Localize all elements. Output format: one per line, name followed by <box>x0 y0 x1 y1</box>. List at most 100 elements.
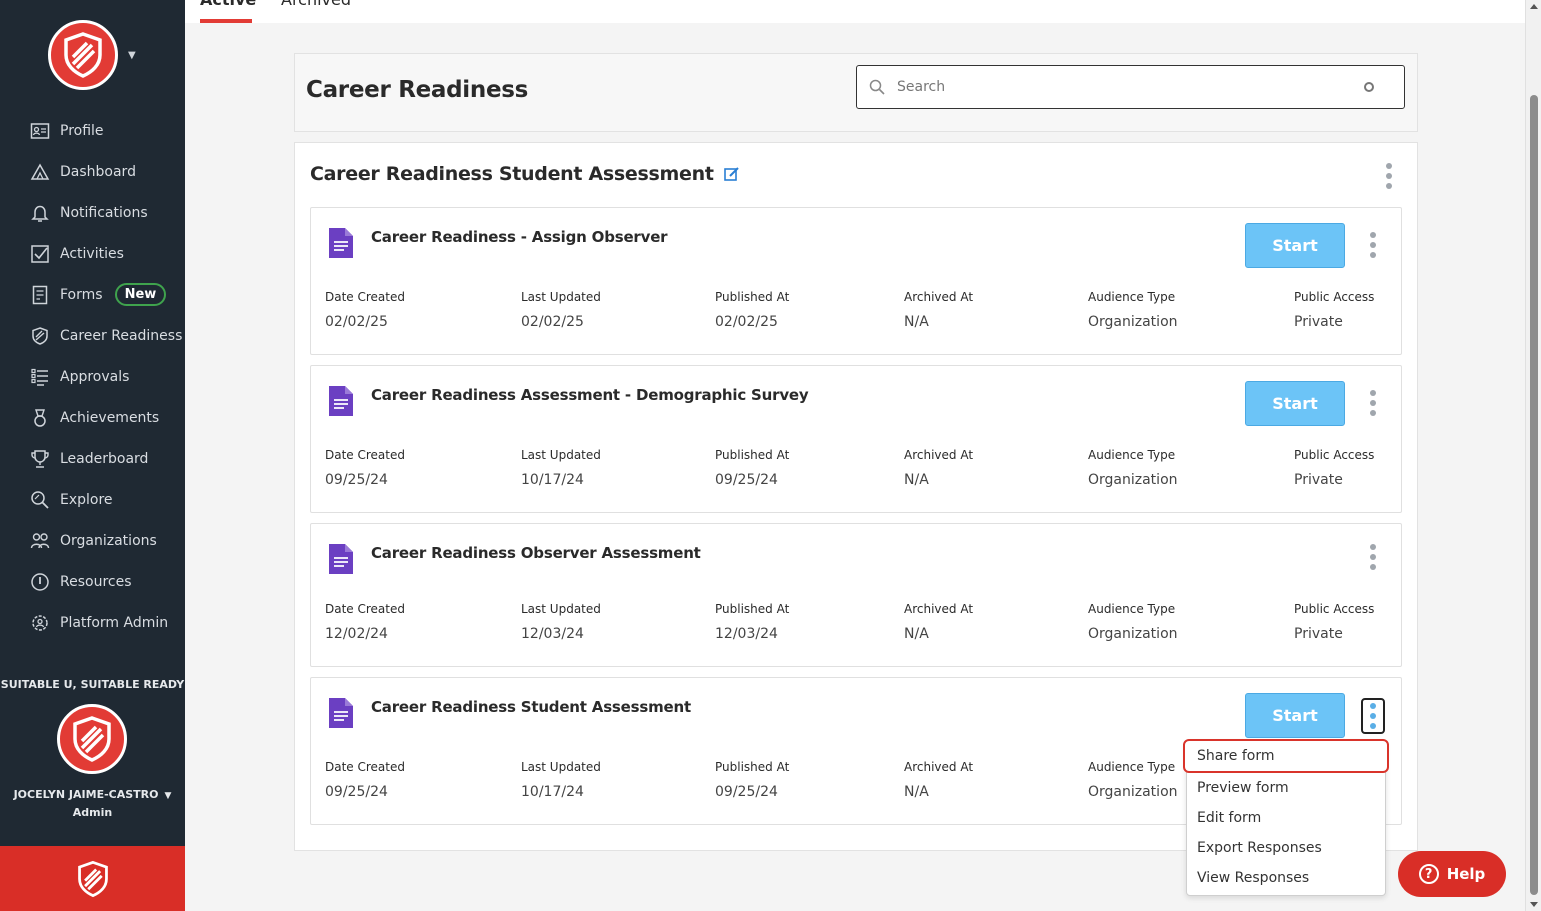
org-logo <box>57 704 127 774</box>
document-icon <box>329 698 353 728</box>
search-box[interactable] <box>856 65 1405 109</box>
audience-type-label: Audience Type <box>1088 760 1176 774</box>
scroll-thumb[interactable] <box>1530 95 1538 895</box>
sidebar: ▼ Profile Dashboard Notifications Activi… <box>0 0 185 911</box>
archived-at-value: N/A <box>904 472 929 488</box>
date-created-label: Date Created <box>325 448 405 462</box>
audience-type-value: Organization <box>1088 626 1178 642</box>
audience-type-value: Organization <box>1088 472 1178 488</box>
document-icon <box>329 228 353 258</box>
form-more-menu-icon[interactable] <box>1363 388 1383 418</box>
explore-search-icon <box>30 490 50 510</box>
published-at-label: Published At <box>715 760 790 774</box>
sidebar-item-label: Profile <box>60 122 104 139</box>
sidebar-item-resources[interactable]: Resources <box>0 561 185 602</box>
export-responses-menu-item[interactable]: Export Responses <box>1187 833 1385 863</box>
audience-type-value: Organization <box>1088 314 1178 330</box>
form-icon <box>30 285 50 305</box>
sidebar-item-label: Notifications <box>60 204 148 221</box>
start-button[interactable]: Start <box>1245 693 1345 738</box>
form-actions-dropdown: Share form Preview form Edit form Export… <box>1183 739 1389 896</box>
sidebar-item-leaderboard[interactable]: Leaderboard <box>0 438 185 479</box>
edit-form-menu-item[interactable]: Edit form <box>1187 803 1385 833</box>
form-title[interactable]: Career Readiness Student Assessment <box>371 698 691 716</box>
start-button[interactable]: Start <box>1245 223 1345 268</box>
start-button[interactable]: Start <box>1245 381 1345 426</box>
sidebar-item-activities[interactable]: Activities <box>0 233 185 274</box>
public-access-label: Public Access <box>1294 602 1375 616</box>
form-card: Career Readiness Observer Assessment Dat… <box>310 523 1402 667</box>
sidebar-item-notifications[interactable]: Notifications <box>0 192 185 233</box>
share-form-menu-item[interactable]: Share form <box>1183 739 1389 773</box>
sidebar-item-dashboard[interactable]: Dashboard <box>0 151 185 192</box>
last-updated-label: Last Updated <box>521 290 601 304</box>
sidebar-item-label: Approvals <box>60 368 130 385</box>
help-button[interactable]: ? Help <box>1398 851 1506 897</box>
sidebar-item-label: Resources <box>60 573 132 590</box>
archived-at-label: Archived At <box>904 602 974 616</box>
sidebar-footer[interactable] <box>0 846 185 911</box>
user-name: JOCELYN JAIME-CASTRO <box>13 788 159 801</box>
new-badge: New <box>114 283 167 306</box>
tab-bar: Active Archived <box>185 0 1525 23</box>
form-title[interactable]: Career Readiness Observer Assessment <box>371 544 701 562</box>
search-input[interactable] <box>897 76 1337 98</box>
preview-form-menu-item[interactable]: Preview form <box>1187 773 1385 803</box>
form-title[interactable]: Career Readiness Assessment - Demographi… <box>371 386 809 404</box>
published-at-value: 02/02/25 <box>715 314 778 330</box>
archived-at-value: N/A <box>904 626 929 642</box>
archived-at-label: Archived At <box>904 760 974 774</box>
logo-caret-icon[interactable]: ▼ <box>128 50 136 61</box>
audience-type-label: Audience Type <box>1088 448 1176 462</box>
published-at-value: 09/25/24 <box>715 472 778 488</box>
sidebar-item-achievements[interactable]: Achievements <box>0 397 185 438</box>
user-role: Admin <box>72 806 113 819</box>
sidebar-item-label: Leaderboard <box>60 450 149 467</box>
sidebar-item-label: Explore <box>60 491 113 508</box>
form-more-menu-icon[interactable] <box>1361 698 1385 734</box>
sidebar-item-explore[interactable]: Explore <box>0 479 185 520</box>
shield-logo-icon <box>64 32 102 78</box>
tab-active[interactable]: Active <box>200 0 256 9</box>
sidebar-item-approvals[interactable]: Approvals <box>0 356 185 397</box>
edit-icon[interactable] <box>723 166 740 182</box>
user-menu[interactable]: JOCELYN JAIME-CASTRO ▼ <box>0 788 185 801</box>
sidebar-item-profile[interactable]: Profile <box>0 110 185 151</box>
footer-shield-icon <box>77 860 108 897</box>
view-responses-menu-item[interactable]: View Responses <box>1187 863 1385 893</box>
sidebar-item-forms[interactable]: Forms New <box>0 274 185 315</box>
document-icon <box>329 544 353 574</box>
date-created-label: Date Created <box>325 602 405 616</box>
sidebar-item-label: Forms <box>60 286 103 303</box>
last-updated-value: 02/02/25 <box>521 314 584 330</box>
form-more-menu-icon[interactable] <box>1363 542 1383 572</box>
last-updated-value: 10/17/24 <box>521 472 584 488</box>
admin-gear-icon <box>30 613 50 633</box>
active-tab-indicator <box>200 19 252 23</box>
group-more-menu-icon[interactable] <box>1379 161 1399 191</box>
sidebar-item-platform-admin[interactable]: Platform Admin <box>0 602 185 643</box>
date-created-value: 09/25/24 <box>325 784 388 800</box>
scroll-up-icon[interactable] <box>1530 4 1538 9</box>
form-title[interactable]: Career Readiness - Assign Observer <box>371 228 668 246</box>
trophy-icon <box>30 449 50 469</box>
bell-icon <box>30 203 50 223</box>
people-icon <box>30 531 50 551</box>
org-shield-icon <box>73 716 111 762</box>
scroll-down-icon[interactable] <box>1530 902 1538 907</box>
brand-logo[interactable] <box>48 20 118 90</box>
date-created-value: 02/02/25 <box>325 314 388 330</box>
sidebar-item-label: Career Readiness <box>60 327 183 344</box>
published-at-value: 12/03/24 <box>715 626 778 642</box>
scrollbar[interactable] <box>1525 0 1541 911</box>
sidebar-item-career-readiness[interactable]: Career Readiness <box>0 315 185 356</box>
sidebar-item-organizations[interactable]: Organizations <box>0 520 185 561</box>
form-more-menu-icon[interactable] <box>1363 230 1383 260</box>
tab-archived[interactable]: Archived <box>281 0 351 9</box>
profile-card-icon <box>30 121 50 141</box>
document-icon <box>329 386 353 416</box>
last-updated-value: 10/17/24 <box>521 784 584 800</box>
archived-at-label: Archived At <box>904 290 974 304</box>
sidebar-item-label: Achievements <box>60 409 160 426</box>
clear-search-icon[interactable] <box>1364 82 1374 92</box>
